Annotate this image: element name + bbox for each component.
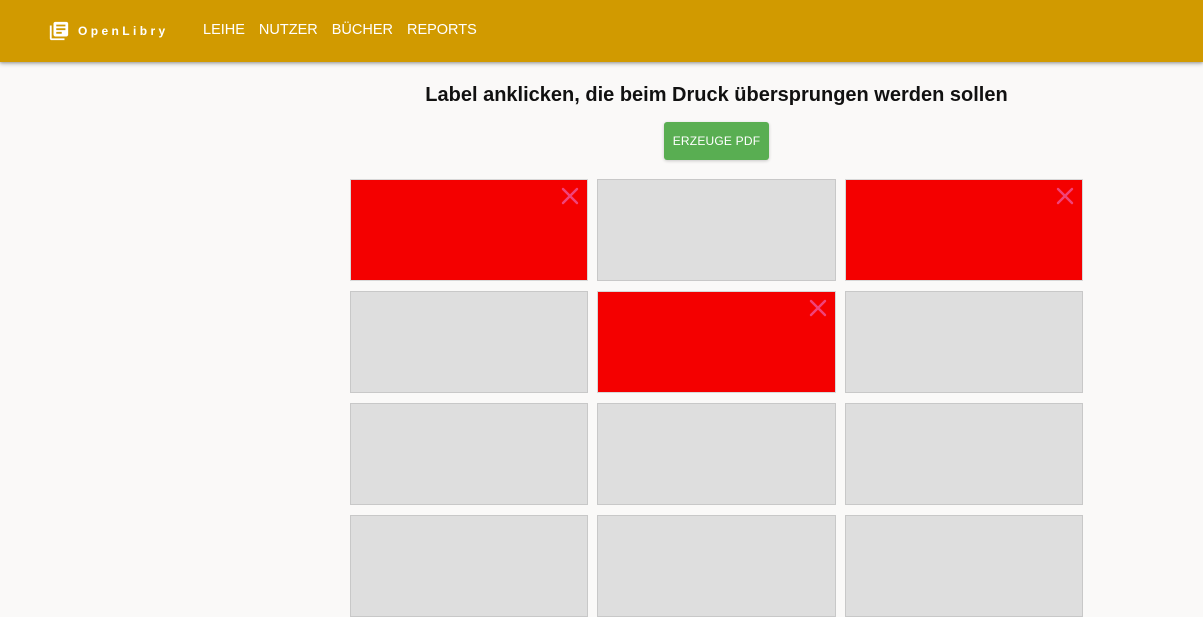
- label-cell[interactable]: [845, 515, 1083, 617]
- nav-item-nutzer[interactable]: NUTZER: [252, 21, 325, 39]
- label-cell[interactable]: [597, 515, 836, 617]
- label-cell[interactable]: [350, 291, 588, 393]
- label-grid: [350, 179, 1083, 617]
- nav-item-reports[interactable]: REPORTS: [400, 21, 484, 39]
- close-icon: [561, 187, 579, 205]
- label-cell[interactable]: [597, 179, 836, 281]
- nav-item-leihe[interactable]: LEIHE: [196, 21, 252, 39]
- library-books-icon: [49, 21, 69, 41]
- brand-logo-link[interactable]: OpenLibry: [48, 19, 169, 43]
- label-cell[interactable]: [597, 291, 836, 393]
- brand-name: OpenLibry: [78, 24, 169, 38]
- label-cell[interactable]: [845, 403, 1083, 505]
- close-icon: [809, 299, 827, 317]
- label-cell[interactable]: [597, 403, 836, 505]
- app-bar: OpenLibry LEIHE NUTZER BÜCHER REPORTS: [0, 0, 1203, 62]
- generate-pdf-button[interactable]: ERZEUGE PDF: [664, 122, 769, 160]
- main-nav: LEIHE NUTZER BÜCHER REPORTS: [196, 21, 484, 39]
- close-icon: [1056, 187, 1074, 205]
- label-cell[interactable]: [350, 179, 588, 281]
- nav-item-buecher[interactable]: BÜCHER: [325, 21, 400, 39]
- label-cell[interactable]: [845, 179, 1083, 281]
- label-cell[interactable]: [350, 403, 588, 505]
- label-cell[interactable]: [845, 291, 1083, 393]
- page-title: Label anklicken, die beim Druck überspru…: [425, 84, 1008, 106]
- label-cell[interactable]: [350, 515, 588, 617]
